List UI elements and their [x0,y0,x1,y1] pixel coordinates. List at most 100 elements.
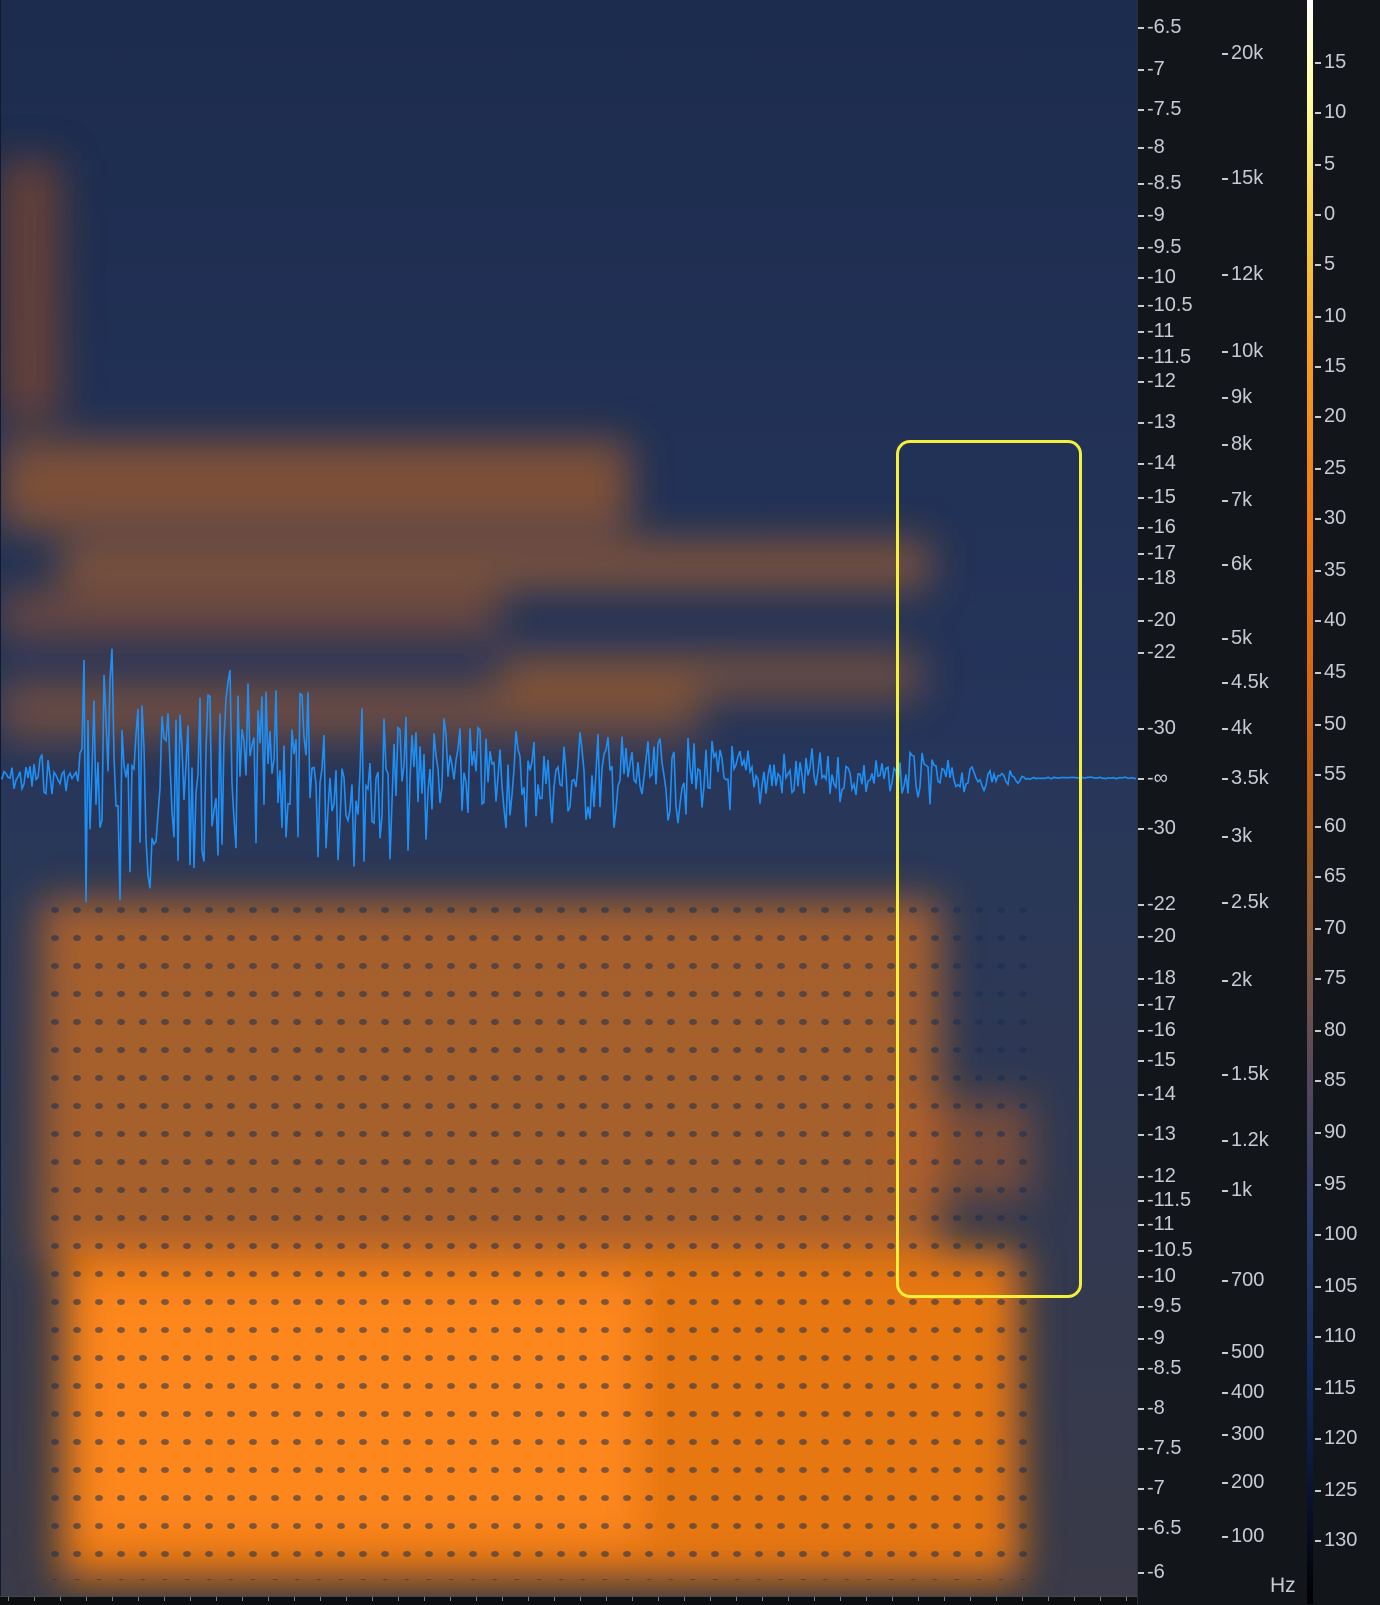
level-scale-tick: 130 [1315,1530,1357,1550]
db-scale-tick: -11 [1138,1214,1174,1234]
level-scale-tick: 65 [1315,866,1346,886]
hz-scale-tick: 3.5k [1222,768,1269,788]
db-scale-tick: -11.5 [1138,347,1191,367]
level-scale-tick: 110 [1315,1326,1356,1346]
level-scale-tick: 70 [1315,918,1346,938]
db-scale-tick: -17 [1138,543,1176,563]
level-scale-tick: 85 [1315,1070,1346,1090]
level-scale-tick: 55 [1315,764,1346,784]
time-ruler-tick [1022,1597,1023,1601]
level-scale-tick: 40 [1315,610,1346,630]
db-scale-tick: -7 [1138,1478,1165,1498]
db-scale-tick: -6.5 [1138,17,1181,37]
time-ruler-tick [34,1597,35,1601]
db-scale-tick: -10 [1138,1266,1176,1286]
hz-scale-tick: 8k [1222,434,1252,454]
db-scale-tick: -7.5 [1138,99,1181,119]
time-ruler-tick [86,1597,87,1601]
time-ruler-tick [346,1597,347,1601]
time-ruler-tick [606,1597,607,1601]
hz-scale-tick: 300 [1222,1424,1264,1444]
db-scale-tick: -7.5 [1138,1438,1181,1458]
db-scale-tick: -18 [1138,568,1176,588]
db-scale-tick: -10 [1138,267,1176,287]
hz-scale: 20k 15k 12k 10k 9k 8k 7k 6k 5k 4.5k 4k 3.5k 3k 2.5k 2k… [1222,0,1307,1604]
hz-scale-tick: 7k [1222,490,1252,510]
db-scale-tick: -12 [1138,1166,1176,1186]
level-scale-tick: 35 [1315,560,1346,580]
hz-scale-tick: 200 [1222,1472,1264,1492]
selection-box[interactable] [896,440,1082,1298]
time-ruler-tick [60,1597,61,1601]
time-ruler-tick [970,1597,971,1601]
time-ruler-tick [580,1597,581,1601]
db-scale-tick: -11 [1138,321,1174,341]
db-scale-tick: -10.5 [1138,295,1193,315]
time-ruler-tick [190,1597,191,1601]
time-ruler-tick [1048,1597,1049,1601]
level-scale-tick: 10 [1315,306,1346,326]
time-ruler-tick [502,1597,503,1601]
db-scale-tick: -12 [1138,371,1176,391]
db-scale-tick: -8.5 [1138,173,1181,193]
hz-scale-tick: 2k [1222,970,1252,990]
time-ruler-tick [424,1597,425,1601]
db-scale-tick: -20 [1138,610,1176,630]
spectrogram-view[interactable] [0,0,1137,1596]
db-scale-tick: -6 [1138,1562,1165,1582]
time-ruler-tick [216,1597,217,1601]
time-ruler-tick [892,1597,893,1601]
db-scale-tick: -6.5 [1138,1518,1181,1538]
db-scale-tick: -22 [1138,894,1176,914]
db-scale-tick: -7 [1138,59,1165,79]
level-scale-tick: 120 [1315,1428,1357,1448]
db-scale-tick: -9 [1138,205,1165,225]
time-ruler-tick [268,1597,269,1601]
hz-scale-tick: 5k [1222,628,1252,648]
hz-scale-tick: 20k [1222,43,1263,63]
time-ruler-tick [554,1597,555,1601]
time-ruler-tick [528,1597,529,1601]
level-scale-tick: 100 [1315,1224,1357,1244]
time-ruler-tick [944,1597,945,1601]
time-ruler-tick [866,1597,867,1601]
hz-scale-tick: 500 [1222,1342,1264,1362]
level-scale-tick: 0 [1315,204,1335,224]
db-scale-tick: -13 [1138,1124,1176,1144]
hz-scale-tick: 9k [1222,387,1252,407]
level-scale-tick: 90 [1315,1122,1346,1142]
hz-scale-tick: 400 [1222,1382,1264,1402]
db-scale-tick: -16 [1138,517,1176,537]
time-ruler-tick [762,1597,763,1601]
hz-unit-label: Hz [1270,1574,1296,1597]
db-scale-tick: -13 [1138,412,1176,432]
hz-scale-tick: 12k [1222,264,1263,284]
time-ruler-tick [736,1597,737,1601]
level-scale-tick: 10 [1315,102,1346,122]
time-ruler-tick [658,1597,659,1601]
hz-scale-tick: 15k [1222,168,1263,188]
db-scale-tick: -9 [1138,1328,1165,1348]
level-scale-tick: 15 [1315,52,1346,72]
time-ruler-tick [996,1597,997,1601]
level-scale-tick: 25 [1315,458,1346,478]
time-ruler-tick [1126,1597,1127,1601]
level-scale-tick: 5 [1315,154,1335,174]
hz-scale-tick: 4k [1222,718,1252,738]
level-scale-tick: 30 [1315,508,1346,528]
level-scale-tick: 95 [1315,1174,1346,1194]
time-ruler-tick [710,1597,711,1601]
level-scale-tick: 20 [1315,406,1346,426]
hz-scale-tick: 4.5k [1222,672,1269,692]
level-scale-tick: 80 [1315,1020,1346,1040]
db-scale-tick: -8 [1138,137,1165,157]
level-scale-tick: 50 [1315,714,1346,734]
db-scale-tick: -14 [1138,1084,1176,1104]
db-scale-tick: -22 [1138,642,1176,662]
time-ruler-tick [814,1597,815,1601]
db-scale-tick: -15 [1138,487,1176,507]
time-ruler-tick [1074,1597,1075,1601]
hz-scale-tick: 1k [1222,1180,1252,1200]
hz-scale-tick: 100 [1222,1526,1264,1546]
level-scale-tick: 5 [1315,254,1335,274]
